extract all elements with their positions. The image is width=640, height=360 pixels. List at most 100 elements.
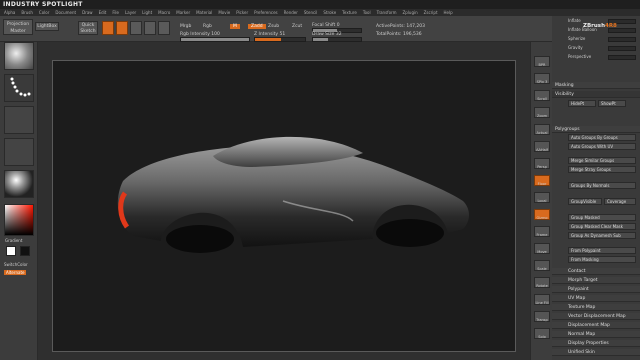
material-thumbnail[interactable] (4, 170, 34, 198)
stroke-thumbnail[interactable] (4, 74, 34, 102)
color-picker[interactable] (4, 204, 34, 236)
menu-item-alpha[interactable]: Alpha (4, 9, 15, 16)
view-tool-solo[interactable]: Solo (534, 328, 550, 339)
menu-item-texture[interactable]: Texture (342, 9, 357, 16)
alpha-thumbnail[interactable] (4, 106, 34, 134)
coverage-slider[interactable]: Coverage (604, 198, 636, 205)
subpalette-contact[interactable]: Contact (552, 268, 640, 275)
alternate-button[interactable]: Alternate (4, 270, 27, 275)
masking-header[interactable]: Masking (552, 82, 640, 89)
menu-item-file[interactable]: File (112, 9, 119, 16)
draw-button[interactable] (116, 21, 128, 35)
view-tool-aahalf[interactable]: AAHalf (534, 141, 550, 152)
menu-item-stencil[interactable]: Stencil (304, 9, 318, 16)
texture-thumbnail[interactable] (4, 138, 34, 166)
zcut-toggle[interactable]: Zcut (292, 24, 302, 29)
menu-item-macro[interactable]: Macro (158, 9, 170, 16)
view-tool-actual[interactable]: Actual (534, 124, 550, 135)
subpalette-normal-map[interactable]: Normal Map (552, 331, 640, 338)
view-tool-scale[interactable]: Scale (534, 260, 550, 271)
subpalette-polypaint[interactable]: Polypaint (552, 286, 640, 293)
groups-by-normals-button[interactable]: Groups By Normals (568, 182, 636, 189)
move-button[interactable] (130, 21, 142, 35)
merge-stray-button[interactable]: Merge Stray Groups (568, 166, 636, 173)
gradient-label[interactable]: Gradient (5, 238, 22, 243)
quick-sketch-button[interactable]: Quick Sketch (78, 21, 98, 35)
subpalette-unified-skin[interactable]: Unified Skin (552, 349, 640, 356)
scale-button[interactable] (144, 21, 156, 35)
polygroups-header[interactable]: Polygroups (552, 126, 640, 133)
menu-item-color[interactable]: Color (39, 9, 49, 16)
secondary-color-swatch[interactable] (20, 246, 30, 256)
rgb-toggle[interactable]: Rgb (203, 24, 212, 29)
menu-item-marker[interactable]: Marker (176, 9, 190, 16)
deformation-inflate-label: Inflate (568, 18, 581, 23)
deformation-spherize-slider[interactable] (608, 37, 636, 42)
view-tool-bpr[interactable]: BPR (534, 56, 550, 67)
app-title: Industry Spotlight (3, 1, 83, 8)
mrgb-toggle[interactable]: Mrgb (180, 24, 191, 29)
menu-item-edit[interactable]: Edit (99, 9, 107, 16)
subpalette-morph-target[interactable]: Morph Target (552, 277, 640, 284)
m-toggle[interactable]: M (230, 24, 240, 29)
zadd-toggle[interactable]: Zadd (248, 24, 266, 29)
view-tool-move[interactable]: Move (534, 243, 550, 254)
auto-groups-uv-button[interactable]: Auto Groups With UV (568, 143, 636, 150)
lightbox-button[interactable]: LightBox (35, 22, 59, 31)
deformation-perspective-slider[interactable] (608, 55, 636, 60)
menu-item-document[interactable]: Document (55, 9, 76, 16)
group-masked-button[interactable]: Group Masked (568, 214, 636, 221)
switch-color-button[interactable]: SwitchColor (4, 262, 28, 267)
edit-button[interactable] (102, 21, 114, 35)
menu-item-preferences[interactable]: Preferences (254, 9, 278, 16)
auto-groups-button[interactable]: Auto Groups By Groups (568, 134, 636, 141)
view-tool-frame[interactable]: Frame (534, 226, 550, 237)
show-pt-button[interactable]: ShowPt (598, 100, 626, 107)
group-masked-clear-button[interactable]: Group Masked Clear Mask (568, 223, 636, 230)
main-color-swatch[interactable] (6, 246, 16, 256)
menu-item-zscript[interactable]: Zscript (424, 9, 438, 16)
from-masking-button[interactable]: From Masking (568, 256, 636, 263)
groupvisible-button[interactable]: GroupVisible (568, 198, 602, 205)
menu-item-draw[interactable]: Draw (82, 9, 92, 16)
menu-item-transform[interactable]: Transform (377, 9, 397, 16)
hide-pt-button[interactable]: HidePt (568, 100, 596, 107)
menu-item-render[interactable]: Render (284, 9, 298, 16)
view-tool-line-fill[interactable]: Line Fill (534, 294, 550, 305)
view-tool-scroll[interactable]: Scroll (534, 90, 550, 101)
merge-similar-button[interactable]: Merge Similar Groups (568, 157, 636, 164)
view-tool-gizmo[interactable]: Gizmo (534, 209, 550, 220)
subpalette-displacement[interactable]: Displacement Map (552, 322, 640, 329)
menu-item-movie[interactable]: Movie (218, 9, 230, 16)
left-shelf: Gradient SwitchColor Alternate (0, 42, 38, 360)
visibility-header[interactable]: Visibility (552, 91, 640, 98)
subpalette-uv-map[interactable]: UV Map (552, 295, 640, 302)
menu-item-light[interactable]: Light (142, 9, 152, 16)
menu-item-material[interactable]: Material (196, 9, 212, 16)
view-tool-zoom[interactable]: Zoom (534, 107, 550, 118)
menu-item-stroke[interactable]: Stroke (323, 9, 336, 16)
view-tool-transp[interactable]: Transp (534, 311, 550, 322)
subpalette-texture-map[interactable]: Texture Map (552, 304, 640, 311)
menu-item-zplugin[interactable]: Zplugin (403, 9, 418, 16)
menu-item-brush[interactable]: Brush (21, 9, 33, 16)
subpalette-display-props[interactable]: Display Properties (552, 340, 640, 347)
menu-item-layer[interactable]: Layer (125, 9, 136, 16)
group-as-dynamesh-button[interactable]: Group As Dynamesh Sub (568, 232, 636, 239)
subpalette-vector-disp[interactable]: Vector Displacement Map (552, 313, 640, 320)
view-tool-floor[interactable]: Floor (534, 175, 550, 186)
from-polypaint-button[interactable]: From Polypaint (568, 247, 636, 254)
brush-thumbnail[interactable] (4, 42, 34, 70)
menu-item-tool[interactable]: Tool (363, 9, 371, 16)
deformation-gravity-slider[interactable] (608, 46, 636, 51)
projection-master-button[interactable]: Projection Master (3, 19, 33, 35)
zsub-toggle[interactable]: Zsub (268, 24, 279, 29)
view-tool-spix-3[interactable]: SPix 3 (534, 73, 550, 84)
menu-item-help[interactable]: Help (444, 9, 453, 16)
menu-item-picker[interactable]: Picker (236, 9, 248, 16)
view-tool-local[interactable]: Local (534, 192, 550, 203)
view-tool-persp[interactable]: Persp (534, 158, 550, 169)
document-canvas[interactable] (52, 60, 516, 352)
rotate-button[interactable] (158, 21, 170, 35)
view-tool-rotate[interactable]: Rotate (534, 277, 550, 288)
